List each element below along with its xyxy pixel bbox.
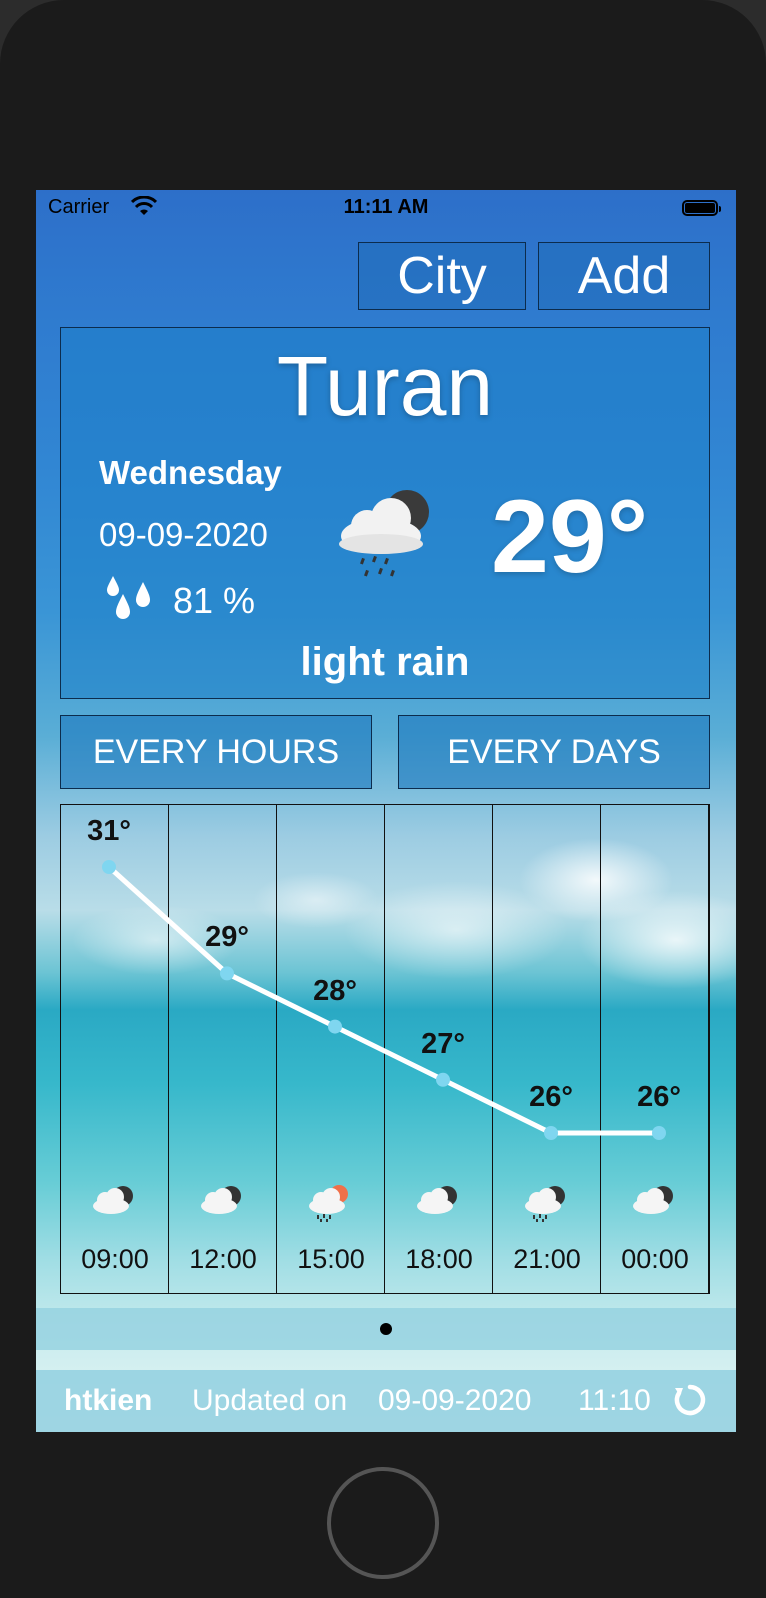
temperature-point bbox=[220, 966, 234, 981]
tab-every-hours[interactable]: EVERY HOURS bbox=[60, 715, 372, 789]
temperature-point bbox=[328, 1019, 342, 1034]
phone-frame: Carrier 11:11 AM City Add Turan Wednesda… bbox=[0, 0, 766, 1598]
username: htkien bbox=[64, 1384, 153, 1417]
weather-description: light rain bbox=[300, 640, 470, 684]
current-weather-panel: Turan Wednesday 09-09-2020 81 % 29° ligh… bbox=[60, 327, 710, 699]
status-bar: Carrier 11:11 AM bbox=[36, 190, 736, 230]
city-button[interactable]: City bbox=[358, 242, 526, 310]
weekday: Wednesday bbox=[99, 454, 282, 491]
hourly-forecast[interactable]: 09:00 12:00 15:00 18:00 21:00 00:00 31° 29° 28°… bbox=[60, 804, 710, 1294]
updated-time: 11:10 bbox=[578, 1384, 651, 1417]
page-indicator[interactable] bbox=[36, 1308, 736, 1350]
temperature-line-chart bbox=[102, 860, 666, 1140]
city-name: Turan bbox=[276, 339, 494, 433]
temperature-point bbox=[544, 1126, 558, 1140]
clock: 11:11 AM bbox=[343, 196, 429, 218]
add-button[interactable]: Add bbox=[538, 242, 710, 310]
humidity-value: 81 % bbox=[173, 580, 256, 621]
temperature-point bbox=[652, 1126, 666, 1140]
current-temperature: 29° bbox=[491, 479, 649, 595]
cloud-rain-night-icon bbox=[335, 486, 439, 587]
footer-bar: htkien Updated on 09-09-2020 11:10 bbox=[36, 1370, 736, 1432]
temperature-point bbox=[436, 1072, 450, 1087]
updated-date: 09-09-2020 bbox=[378, 1384, 532, 1417]
tab-every-days[interactable]: EVERY DAYS bbox=[398, 715, 710, 789]
temperature-point bbox=[102, 860, 116, 874]
humidity-drops-icon bbox=[101, 572, 157, 633]
battery-icon bbox=[682, 200, 721, 216]
current-date: 09-09-2020 bbox=[99, 516, 268, 553]
page-dot-active bbox=[380, 1323, 392, 1335]
updated-label: Updated on bbox=[192, 1384, 348, 1417]
temperature-line bbox=[107, 865, 659, 1136]
home-button[interactable] bbox=[327, 1467, 439, 1579]
app-screen: Carrier 11:11 AM City Add Turan Wednesda… bbox=[36, 190, 736, 1432]
refresh-icon[interactable] bbox=[672, 1382, 708, 1426]
